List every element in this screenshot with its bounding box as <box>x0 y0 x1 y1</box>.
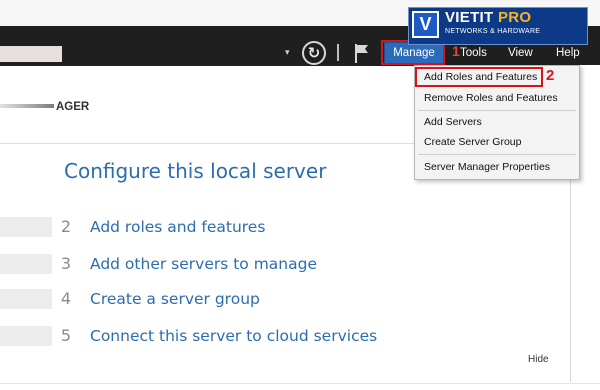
step-marker-2: 2 <box>546 67 555 84</box>
add-roles-highlight-frame <box>415 67 543 87</box>
menu-item-server-manager-properties[interactable]: Server Manager Properties <box>424 160 550 174</box>
brand-logo-word: VIETIT PRO <box>445 9 531 27</box>
quick-start-step: 3 Add other servers to manage <box>0 250 570 278</box>
step-link-add-roles[interactable]: Add roles and features <box>90 213 265 241</box>
menu-item-remove-roles[interactable]: Remove Roles and Features <box>424 91 558 105</box>
menu-view[interactable]: View <box>508 44 538 62</box>
step-number: 3 <box>60 254 72 273</box>
menu-separator <box>418 110 576 111</box>
quick-start-step: 2 Add roles and features <box>0 213 570 241</box>
step-bar <box>0 326 52 346</box>
toolbar-separator <box>337 44 339 61</box>
dropdown-gap <box>580 65 600 180</box>
menu-tools[interactable]: Tools <box>460 44 490 62</box>
flag-icon[interactable] <box>353 42 371 64</box>
hide-link[interactable]: Hide <box>528 353 549 367</box>
page-title: AGER <box>56 101 90 113</box>
step-link-create-group[interactable]: Create a server group <box>90 285 260 313</box>
step-number: 4 <box>60 289 72 308</box>
quick-start-step: 4 Create a server group <box>0 285 570 313</box>
dropdown-arrow-icon[interactable]: ▾ <box>285 46 290 60</box>
brand-accent: PRO <box>497 9 532 26</box>
configure-local-server-link[interactable]: Configure this local server <box>64 158 326 184</box>
step-bar <box>0 289 52 309</box>
step-number: 5 <box>60 326 72 345</box>
refresh-icon[interactable]: ↻ <box>302 41 326 65</box>
header-accent-line <box>0 104 54 108</box>
menu-item-create-server-group[interactable]: Create Server Group <box>424 135 521 149</box>
menu-item-add-servers[interactable]: Add Servers <box>424 115 482 129</box>
step-number: 2 <box>60 217 72 236</box>
menu-help[interactable]: Help <box>556 44 586 62</box>
brand-tagline: NETWORKS & HARDWARE <box>445 28 541 35</box>
quick-start-step: 5 Connect this server to cloud services <box>0 322 570 350</box>
brand-logo-mark: V <box>412 11 439 38</box>
step-link-add-servers[interactable]: Add other servers to manage <box>90 250 317 278</box>
menu-separator <box>418 154 576 155</box>
step-bar <box>0 254 52 274</box>
breadcrumb-field <box>0 46 62 62</box>
brand-main: VIETIT <box>445 9 494 26</box>
step-link-cloud-services[interactable]: Connect this server to cloud services <box>90 322 377 350</box>
step-bar <box>0 217 52 237</box>
